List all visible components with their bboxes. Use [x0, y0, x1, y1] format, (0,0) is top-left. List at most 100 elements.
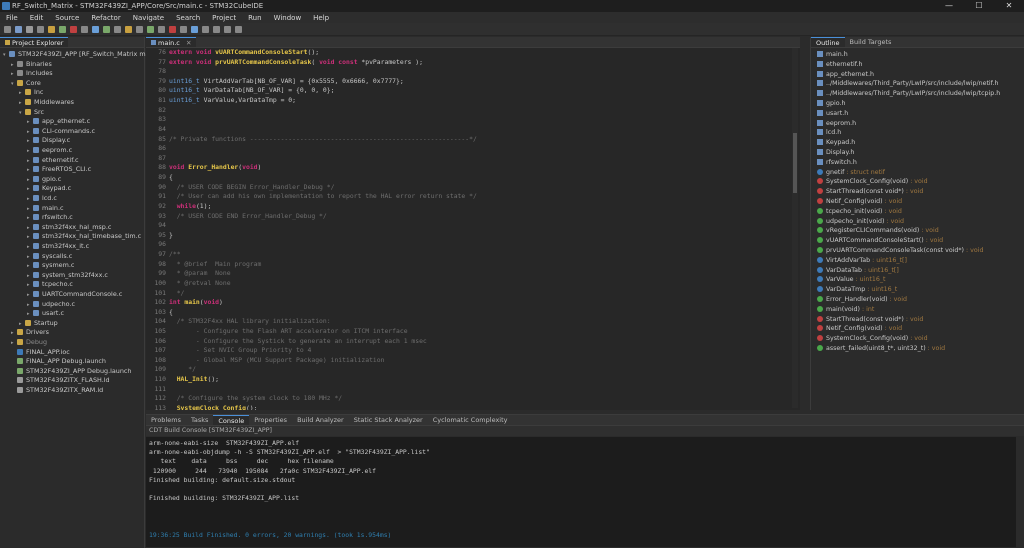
toolbar-icon[interactable]	[180, 26, 187, 33]
tree-item[interactable]: STM32F439ZI_APP Debug.launch	[11, 367, 131, 377]
menu-item-help[interactable]: Help	[307, 14, 335, 22]
tree-item[interactable]: STM32F439ZITX_FLASH.ld	[11, 376, 110, 386]
outline-item[interactable]: rfswitch.h	[817, 158, 857, 168]
tree-item[interactable]: ▸ Middlewares	[19, 98, 74, 108]
tree-item[interactable]: ▸ tcpecho.c	[27, 280, 73, 290]
tab-project-explorer[interactable]: Project Explorer	[0, 37, 69, 47]
tree-item[interactable]: ▸ FreeRTOS_CLI.c	[27, 165, 91, 175]
tree-item[interactable]: ▸ Display.c	[27, 136, 70, 146]
outline-item[interactable]: usart.h	[817, 109, 848, 119]
toolbar-icon[interactable]	[169, 26, 176, 33]
outline-item[interactable]: StartThread(const void*) : void	[817, 187, 923, 197]
toolbar-icon[interactable]	[147, 26, 154, 33]
toolbar-icon[interactable]	[191, 26, 198, 33]
outline-item[interactable]: StartThread(const void*) : void	[817, 315, 923, 325]
console-output[interactable]: arm-none-eabi-size STM32F439ZI_APP.elf ar…	[146, 437, 1016, 547]
toolbar-icon[interactable]	[15, 26, 22, 33]
outline-item[interactable]: SystemClock_Config(void) : void	[817, 334, 928, 344]
tab-build-analyzer[interactable]: Build Analyzer	[292, 415, 349, 425]
tree-item[interactable]: ▸ Binaries	[11, 60, 52, 70]
toolbar-icon[interactable]	[114, 26, 121, 33]
toolbar-icon[interactable]	[103, 26, 110, 33]
menu-item-project[interactable]: Project	[206, 14, 242, 22]
outline-item[interactable]: main(void) : int	[817, 305, 874, 315]
editor-scrollbar[interactable]	[792, 48, 798, 408]
tab-console[interactable]: Console	[213, 415, 250, 425]
outline-item[interactable]: VirtAddVarTab : uint16_t[]	[817, 256, 907, 266]
outline-item[interactable]: Error_Handler(void) : void	[817, 295, 907, 305]
toolbar-icon[interactable]	[4, 26, 11, 33]
menu-item-search[interactable]: Search	[170, 14, 206, 22]
tree-item[interactable]: ▸ stm32f4xx_it.c	[27, 242, 89, 252]
tree-item[interactable]: ▸ stm32f4xx_hal_msp.c	[27, 223, 111, 233]
toolbar-icon[interactable]	[26, 26, 33, 33]
toolbar-icon[interactable]	[136, 26, 143, 33]
menu-item-run[interactable]: Run	[242, 14, 267, 22]
outline-item[interactable]: VarValue : uint16_t	[817, 275, 886, 285]
maximize-button[interactable]: ☐	[964, 0, 994, 12]
toolbar-icon[interactable]	[213, 26, 220, 33]
outline-item[interactable]: Display.h	[817, 148, 854, 158]
tree-item[interactable]: ▸ udpecho.c	[27, 300, 75, 310]
tree-item[interactable]: ▸ CLI-commands.c	[27, 127, 95, 137]
tree-item[interactable]: ▸ Inc	[19, 88, 43, 98]
outline-item[interactable]: lcd.h	[817, 128, 841, 138]
tree-item[interactable]: ▸ Startup	[19, 319, 58, 329]
outline-item[interactable]: eeprom.h	[817, 119, 856, 129]
outline-item[interactable]: udpecho_init(void) : void	[817, 217, 904, 227]
tab-build-targets[interactable]: Build Targets	[845, 37, 897, 47]
tree-item[interactable]: ▸ Debug	[11, 338, 47, 348]
tab-outline[interactable]: Outline	[811, 37, 845, 47]
tab-problems[interactable]: Problems	[146, 415, 186, 425]
menu-item-file[interactable]: File	[0, 14, 24, 22]
toolbar-icon[interactable]	[202, 26, 209, 33]
tree-item[interactable]: ▸ ethernetif.c	[27, 156, 79, 166]
tree-item[interactable]: FINAL_APP.ioc	[11, 348, 70, 358]
tree-item[interactable]: STM32F439ZITX_RAM.ld	[11, 386, 103, 396]
tree-item[interactable]: ▸ Drivers	[11, 328, 49, 338]
outline-item[interactable]: assert_failed(uint8_t*, uint32_t) : void	[817, 344, 945, 354]
menu-item-edit[interactable]: Edit	[24, 14, 50, 22]
toolbar-icon[interactable]	[92, 26, 99, 33]
tab-tasks[interactable]: Tasks	[186, 415, 213, 425]
menu-item-source[interactable]: Source	[49, 14, 85, 22]
menu-item-window[interactable]: Window	[268, 14, 308, 22]
outline-item[interactable]: ../Middlewares/Third_Party/LwIP/src/incl…	[817, 79, 998, 89]
outline-item[interactable]: Netif_Config(void) : void	[817, 197, 902, 207]
tree-item[interactable]: ▸ gpio.c	[27, 175, 61, 185]
tree-item[interactable]: ▸ sysmem.c	[27, 261, 74, 271]
outline-item[interactable]: prvUARTCommandConsoleTask(const void*) :…	[817, 246, 983, 256]
outline-item[interactable]: VarDataTmp : uint16_t	[817, 285, 897, 295]
tree-item[interactable]: ▸ eeprom.c	[27, 146, 72, 156]
tree-item[interactable]: ▸ Includes	[11, 69, 53, 79]
tree-item[interactable]: FINAL_APP Debug.launch	[11, 357, 106, 367]
outline-item[interactable]: Netif_Config(void) : void	[817, 324, 902, 334]
outline-item[interactable]: tcpecho_init(void) : void	[817, 207, 902, 217]
outline-item[interactable]: vUARTCommandConsoleStart() : void	[817, 236, 943, 246]
tab-main-c[interactable]: main.c ✕	[146, 37, 197, 47]
tree-item[interactable]: ▸ system_stm32f4xx.c	[27, 271, 108, 281]
tab-properties[interactable]: Properties	[249, 415, 292, 425]
outline-item[interactable]: app_ethernet.h	[817, 70, 874, 80]
toolbar-icon[interactable]	[81, 26, 88, 33]
menu-item-refactor[interactable]: Refactor	[85, 14, 126, 22]
tree-item[interactable]: ▸ lcd.c	[27, 194, 57, 204]
outline-item[interactable]: vRegisterCLICommands(void) : void	[817, 226, 939, 236]
toolbar-icon[interactable]	[70, 26, 77, 33]
outline-item[interactable]: VarDataTab : uint16_t[]	[817, 266, 899, 276]
tree-item[interactable]: ▸ rfswitch.c	[27, 213, 73, 223]
tree-item[interactable]: ▸ usart.c	[27, 309, 64, 319]
outline-item[interactable]: gnetif : struct netif	[817, 168, 885, 178]
outline-item[interactable]: ethernetif.h	[817, 60, 863, 70]
tree-item[interactable]: ▸ app_ethernet.c	[27, 117, 90, 127]
tab-static-stack-analyzer[interactable]: Static Stack Analyzer	[349, 415, 428, 425]
toolbar-icon[interactable]	[158, 26, 165, 33]
outline-item[interactable]: SystemClock_Config(void) : void	[817, 177, 928, 187]
close-icon[interactable]: ✕	[186, 39, 191, 47]
toolbar-icon[interactable]	[224, 26, 231, 33]
code-area[interactable]: 76 extern void vUARTCommandConsoleStart()…	[146, 48, 786, 410]
tree-item[interactable]: ▾ Src	[19, 108, 44, 118]
toolbar-icon[interactable]	[48, 26, 55, 33]
minimize-button[interactable]: —	[934, 0, 964, 12]
close-button[interactable]: ✕	[994, 0, 1024, 12]
